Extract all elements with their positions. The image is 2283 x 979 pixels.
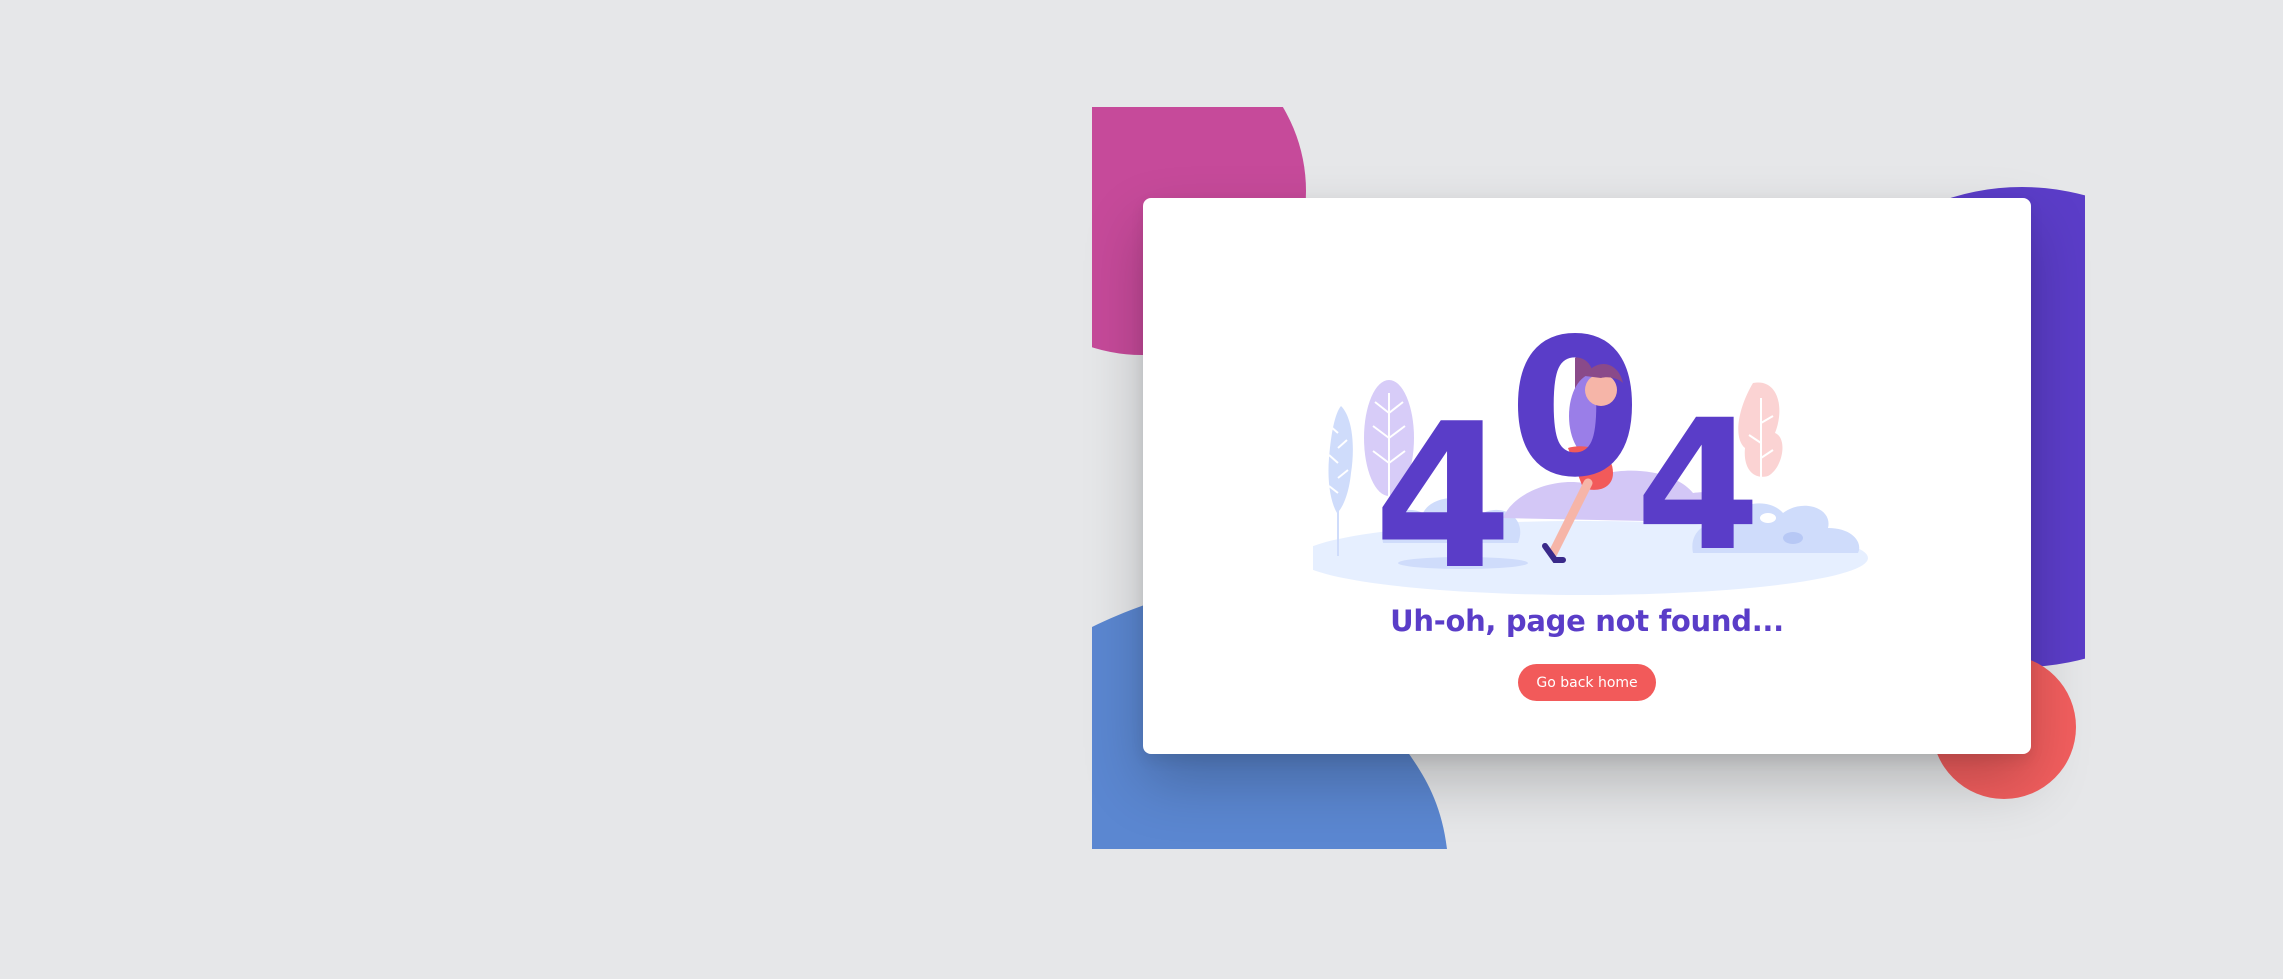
- digit-four-right: 4: [1635, 382, 1760, 591]
- tree-icon: [1328, 406, 1353, 513]
- error-card: 4 0 4 Uh-oh, page not found... Go back h…: [1143, 198, 2031, 754]
- digit-zero: 0: [1509, 298, 1641, 519]
- digit-four-left: 4: [1373, 381, 1512, 614]
- page-title: Uh-oh, page not found...: [1390, 604, 1784, 638]
- face: [1585, 374, 1617, 406]
- go-back-home-button[interactable]: Go back home: [1518, 664, 1656, 701]
- illustration-404: 4 0 4: [1313, 298, 1868, 614]
